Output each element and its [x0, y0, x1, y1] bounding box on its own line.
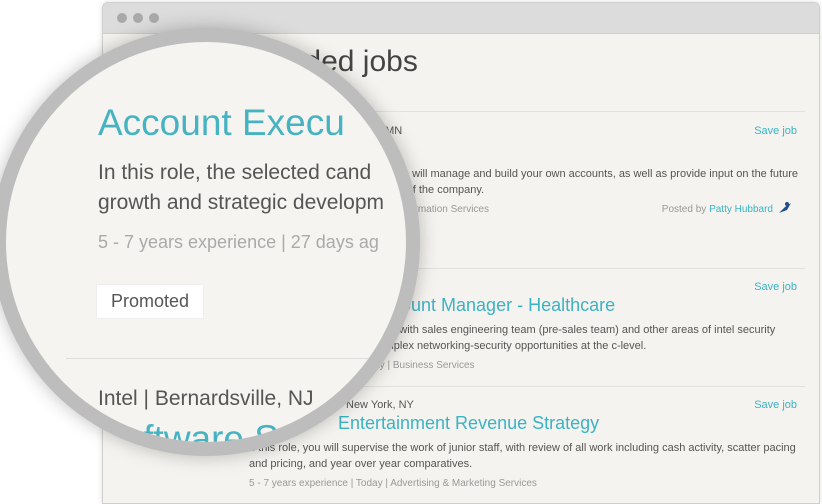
save-job-button[interactable]: Save job [754, 125, 797, 137]
divider [66, 358, 406, 359]
save-job-button[interactable]: Save job [754, 281, 797, 293]
zoomed-job-footer: 5 - 7 years experience | 27 days ag [98, 232, 379, 252]
zoomed-next-job-title[interactable]: Software Sa [98, 418, 300, 442]
job-location: New York, NY [346, 399, 414, 411]
window-dot-icon [149, 13, 159, 23]
posted-by-label: Posted by [661, 204, 707, 215]
job-footer: 5 - 7 years experience | Today | Adverti… [249, 478, 537, 489]
poster-avatar-icon [779, 202, 791, 213]
job-description: ndidate will manage and build your own a… [373, 166, 803, 198]
zoomed-job-title[interactable]: Account Execu [98, 102, 345, 144]
window-titlebar [103, 3, 819, 34]
zoomed-description-line: In this role, the selected cand [98, 161, 372, 184]
save-job-button[interactable]: Save job [754, 399, 797, 411]
job-description: n this role, you will supervise the work… [249, 440, 809, 472]
zoomed-description-line: growth and strategic developm [98, 191, 384, 214]
posted-by: Posted by Patty Hubbard [662, 204, 773, 215]
job-description-line: ndidate will manage and build your own a… [373, 168, 798, 180]
promoted-badge: Promoted [96, 284, 205, 319]
zoomed-job-description: In this role, the selected cand growth a… [98, 158, 384, 218]
job-description-line: n this role, you will supervise the work… [249, 442, 796, 454]
job-title-link[interactable]: Entertainment Revenue Strategy [338, 413, 599, 434]
job-description-line: and pricing, and year over year comparat… [249, 458, 473, 470]
magnifier-lens: Account Execu In this role, the selected… [6, 42, 406, 442]
job-footer: oday | Business Services [363, 360, 475, 371]
job-description-line: complex networking-security opportunitie… [373, 340, 647, 352]
job-description-line: work with sales engineering team (pre-sa… [373, 324, 776, 336]
job-title-link[interactable]: ccount Manager - Healthcare [383, 295, 615, 316]
job-description: work with sales engineering team (pre-sa… [373, 322, 813, 354]
window-dot-icon [133, 13, 143, 23]
zoomed-company-location: Intel | Bernardsville, NJ [98, 387, 314, 410]
poster-name-link[interactable]: Patty Hubbard [709, 204, 773, 215]
job-description-line: pment of the company. [373, 184, 485, 196]
window-dot-icon [117, 13, 127, 23]
